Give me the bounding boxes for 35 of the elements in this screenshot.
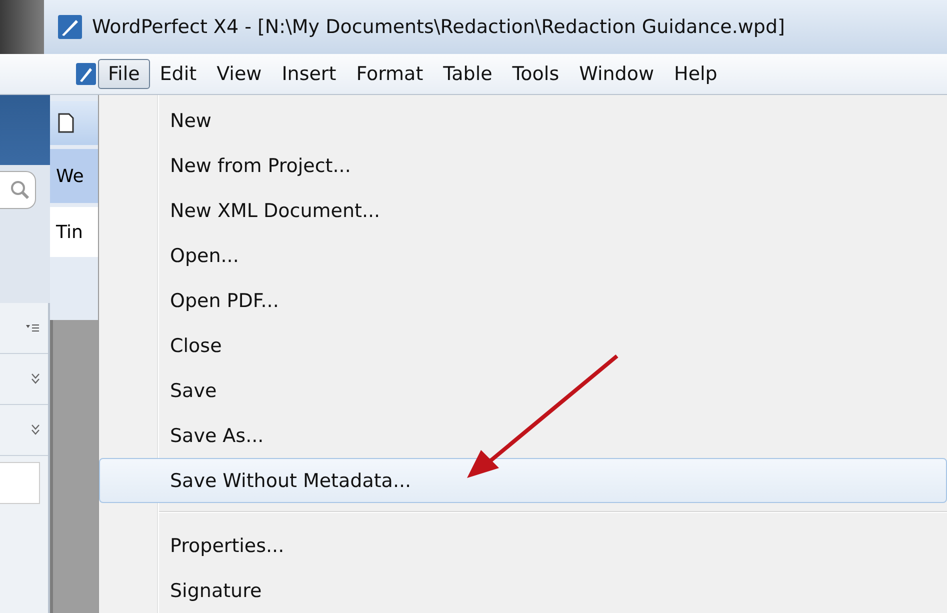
document-pen-icon[interactable] [76, 63, 96, 85]
menu-item[interactable]: Signature [99, 568, 947, 613]
menu-item[interactable]: New XML Document... [99, 188, 947, 233]
menu-item[interactable]: New [99, 98, 947, 143]
menu-item[interactable]: Save Without Metadata... [99, 458, 947, 503]
menu-item[interactable]: Insert [272, 59, 346, 89]
menu-item[interactable]: Tools [502, 59, 570, 89]
menu-item[interactable]: Save [99, 368, 947, 413]
pen-icon [58, 15, 82, 39]
menu-item[interactable]: Window [569, 59, 664, 89]
menu-item[interactable]: View [206, 59, 272, 89]
menu-item[interactable]: Open... [99, 233, 947, 278]
panel-header [0, 95, 50, 165]
menu-item[interactable]: Help [664, 59, 728, 89]
window-frame [0, 0, 44, 54]
menu-item[interactable]: New from Project... [99, 143, 947, 188]
menu-item[interactable]: Edit [150, 59, 207, 89]
list-options-icon[interactable] [26, 323, 40, 333]
page-icon [58, 113, 74, 133]
new-page-button[interactable] [50, 101, 98, 145]
menu-item[interactable]: Properties... [99, 523, 947, 568]
menu-item[interactable]: Format [346, 59, 434, 89]
search-button[interactable] [0, 171, 36, 209]
search-icon [11, 180, 31, 200]
expand-chevron-icon[interactable] [31, 373, 40, 385]
menu-item[interactable]: Table [433, 59, 502, 89]
menu-item[interactable]: File [98, 59, 150, 89]
window-title: WordPerfect X4 - [N:\My Documents\Redaction\Redaction Guidance.wpd] [92, 16, 785, 38]
menu-item[interactable]: Open PDF... [99, 278, 947, 323]
tab[interactable]: We [50, 149, 98, 203]
font-field[interactable]: Tin [50, 207, 98, 257]
menu-item[interactable]: Close [99, 323, 947, 368]
expand-chevron-icon[interactable] [31, 424, 40, 436]
input-field[interactable] [0, 462, 40, 504]
menu-item[interactable]: Save As... [99, 413, 947, 458]
